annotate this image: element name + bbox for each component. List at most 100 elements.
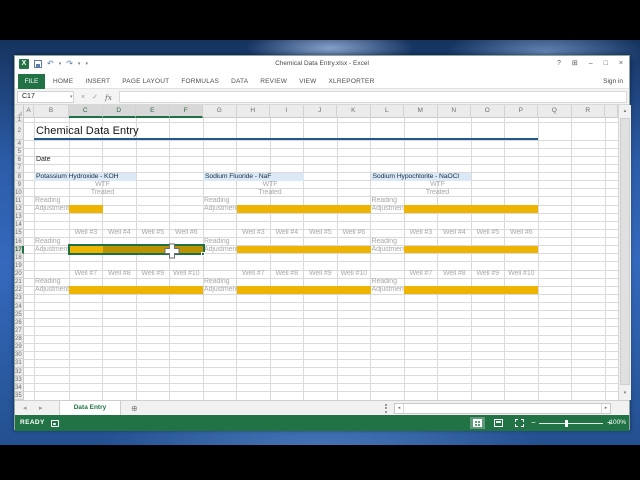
selection-fill-handle[interactable] [201, 251, 205, 256]
column-header-D[interactable]: D [102, 105, 136, 118]
cell-date-label[interactable]: Date [36, 156, 66, 164]
cell-section-1-well-top-1[interactable]: Well #4 [103, 229, 137, 237]
cell-section-1-reading-r11[interactable]: Reading [35, 197, 71, 205]
macro-record-icon[interactable] [51, 420, 59, 427]
ribbon-display-options-icon[interactable]: ⊞ [572, 59, 578, 67]
row-header-6[interactable]: 6 [15, 156, 24, 165]
cell-section-3-reading-r16[interactable]: Reading [372, 238, 408, 246]
name-box[interactable]: C17 [17, 91, 74, 103]
row-header-8[interactable]: 8 [15, 172, 24, 181]
row-header-4[interactable]: 4 [15, 140, 24, 149]
cell-section-3-well-bottom-3[interactable]: Well #10 [505, 270, 539, 278]
cell-section-3-adjustment-r12[interactable]: Adjustment [372, 205, 408, 213]
cell-section-2-well-top-3[interactable]: Well #6 [337, 229, 371, 237]
cell-section-3-title[interactable]: Sodium Hypochlorite - NaOCl [371, 173, 492, 181]
cell-section-1-reading-r16[interactable]: Reading [35, 238, 71, 246]
zoom-slider-track[interactable] [539, 422, 603, 424]
row-header-28[interactable]: 28 [15, 335, 24, 344]
cell-section-1-adjustment-r12[interactable]: Adjustment [35, 205, 71, 213]
row-header-35[interactable]: 35 [15, 391, 24, 400]
column-header-C[interactable]: C [69, 105, 103, 118]
cell-section-2-reading-r21[interactable]: Reading [204, 278, 240, 286]
cell-section-1-treated[interactable]: Treated [69, 189, 136, 197]
vertical-scrollbar[interactable]: ▴ ▾ [618, 105, 631, 400]
cell-section-1-well-bottom-2[interactable]: Well #9 [136, 270, 170, 278]
cell-section-3-adjustment-r22[interactable]: Adjustment [372, 286, 408, 294]
column-header-L[interactable]: L [370, 105, 404, 118]
sheet-tab-data-entry[interactable]: Data Entry [59, 401, 121, 416]
column-header-A[interactable]: A [24, 105, 34, 118]
zoom-slider-thumb[interactable] [565, 419, 568, 427]
enter-icon[interactable]: ✓ [92, 93, 98, 101]
formula-input[interactable] [119, 91, 627, 103]
cell-section-2-reading-r16[interactable]: Reading [204, 238, 240, 246]
close-icon[interactable]: × [619, 60, 623, 67]
column-header-E[interactable]: E [136, 105, 170, 118]
help-icon[interactable]: ? [557, 60, 561, 67]
row-header-14[interactable]: 14 [15, 221, 24, 230]
row-header-34[interactable]: 34 [15, 383, 24, 392]
row-header-33[interactable]: 33 [15, 375, 24, 384]
row-header-15[interactable]: 15 [15, 229, 24, 238]
row-header-27[interactable]: 27 [15, 326, 24, 335]
cell-section-1-adjustment-r17[interactable]: Adjustment [35, 246, 71, 254]
cell-section-1-wtf[interactable]: WTF [69, 181, 136, 189]
column-header-H[interactable]: H [236, 105, 270, 118]
cell-section-3-well-top-0[interactable]: Well #3 [404, 229, 438, 237]
cell-section-2-well-bottom-0[interactable]: Well #7 [237, 270, 271, 278]
row-header-22[interactable]: 22 [15, 286, 24, 295]
tab-data[interactable]: DATA [231, 78, 248, 85]
entry-cell-row12-0[interactable] [69, 205, 103, 213]
column-header-O[interactable]: O [471, 105, 505, 118]
cell-section-3-treated[interactable]: Treated [404, 189, 471, 197]
scroll-up-icon[interactable]: ▴ [619, 105, 631, 117]
column-header-Q[interactable]: Q [538, 105, 572, 118]
row-header-7[interactable]: 7 [15, 164, 24, 173]
cell-section-2-adjustment-r12[interactable]: Adjustment [204, 205, 240, 213]
cell-section-3-reading-r11[interactable]: Reading [372, 197, 408, 205]
entry-cell-row22-1[interactable] [236, 286, 371, 295]
tab-page-layout[interactable]: PAGE LAYOUT [122, 78, 169, 85]
tab-insert[interactable]: INSERT [85, 78, 110, 85]
zoom-level[interactable]: 100% [609, 415, 626, 431]
tab-file[interactable]: FILE [18, 74, 45, 89]
row-header-32[interactable]: 32 [15, 367, 24, 376]
cell-section-2-treated[interactable]: Treated [237, 189, 304, 197]
cell-section-1-well-bottom-1[interactable]: Well #8 [103, 270, 137, 278]
scroll-left-icon[interactable]: ◂ [395, 404, 404, 413]
tab-formulas[interactable]: FORMULAS [181, 78, 219, 85]
row-header-25[interactable]: 25 [15, 310, 24, 319]
cell-section-2-well-bottom-1[interactable]: Well #8 [270, 270, 304, 278]
tab-home[interactable]: HOME [53, 78, 73, 85]
cell-section-1-well-top-0[interactable]: Well #3 [69, 229, 103, 237]
cell-section-2-adjustment-r22[interactable]: Adjustment [204, 286, 240, 294]
column-header-K[interactable]: K [337, 105, 371, 118]
row-header-23[interactable]: 23 [15, 294, 24, 303]
cell-section-1-well-bottom-0[interactable]: Well #7 [69, 270, 103, 278]
cell-section-2-well-bottom-3[interactable]: Well #10 [337, 270, 371, 278]
row-header-17[interactable]: 17 [15, 245, 24, 254]
column-header-J[interactable]: J [303, 105, 337, 118]
cell-section-1-well-top-2[interactable]: Well #5 [136, 229, 170, 237]
row-header-10[interactable]: 10 [15, 188, 24, 197]
next-sheet-icon[interactable]: ▸ [39, 401, 43, 416]
entry-cell-row17-1[interactable] [236, 245, 371, 254]
entry-cell-row12-1[interactable] [236, 205, 371, 213]
cell-section-2-title[interactable]: Sodium Fluoride - NaF [203, 173, 324, 181]
entry-cell-row17-2[interactable] [404, 245, 538, 254]
vertical-scroll-thumb[interactable] [620, 118, 630, 385]
cell-section-2-well-top-0[interactable]: Well #3 [237, 229, 271, 237]
tab-split-handle[interactable] [385, 404, 387, 413]
normal-view-button[interactable] [470, 417, 485, 429]
row-header-29[interactable]: 29 [15, 343, 24, 352]
sign-in-link[interactable]: Sign in [603, 74, 623, 89]
maximize-icon[interactable]: □ [604, 60, 608, 67]
column-header-G[interactable]: G [203, 105, 237, 118]
cell-section-3-well-top-1[interactable]: Well #4 [438, 229, 472, 237]
cell-section-3-reading-r21[interactable]: Reading [372, 278, 408, 286]
row-header-21[interactable]: 21 [15, 278, 24, 287]
column-header-I[interactable]: I [270, 105, 304, 118]
page-layout-view-button[interactable] [491, 417, 506, 429]
cell-section-3-well-bottom-1[interactable]: Well #8 [438, 270, 472, 278]
entry-cell-row22-2[interactable] [404, 286, 538, 295]
